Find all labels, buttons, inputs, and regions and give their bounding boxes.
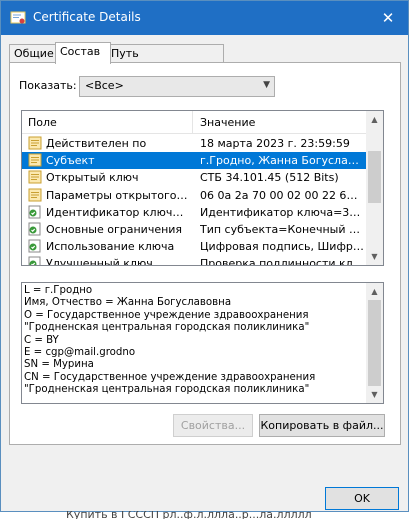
close-button[interactable]: ✕ [376,6,400,30]
fields-list[interactable]: Поле Значение Действителен по 18 марта 20… [21,110,384,266]
list-row[interactable]: Открытый ключ СТБ 34.101.45 (512 Bits) [22,169,366,186]
row-field-value: 18 марта 2023 г. 23:59:59 [200,137,350,150]
list-row[interactable]: Действителен по 18 марта 2023 г. 23:59:59 [22,135,366,152]
row-field-name: Идентификатор ключа це... [46,205,190,219]
row-field-value: Идентификатор ключа=395... [200,205,364,219]
column-divider[interactable] [192,111,193,133]
list-row[interactable]: Использование ключа Цифровая подпись, Шиф… [22,238,366,255]
window-title: Certificate Details [33,10,141,24]
scroll-down-icon[interactable]: ▼ [366,386,383,403]
row-field-value: Тип субъекта=Конечный су... [200,223,364,236]
row-field-name: Действителен по [46,137,147,150]
show-filter-value: <Все> [85,79,124,92]
value-text-line: E = cgp@mail.grodno [24,346,136,358]
scroll-thumb[interactable] [368,300,381,386]
value-text-line: L = г.Гродно [24,285,93,296]
copy-to-file-button[interactable]: Копировать в файл... [259,414,385,437]
value-textbox-scrollbar[interactable]: ▲ ▼ [366,283,383,403]
value-text-line: CN = Государственное учреждение здравоох… [24,371,316,383]
certificate-icon [10,11,26,24]
value-text-line: C = BY [24,334,59,346]
value-text-line: Имя, Отчество = Жанна Богуславовна [24,297,232,309]
doc-field-icon [28,170,42,184]
show-label: Показать: [19,79,77,92]
title-bar: Certificate Details ✕ [1,1,408,35]
scroll-down-icon[interactable]: ▼ [366,248,383,265]
extension-icon [28,239,41,253]
properties-button[interactable]: Свойства... [173,414,253,437]
row-field-value: Цифровая подпись, Шифров... [200,240,364,254]
extension-icon [28,256,41,265]
value-text-line: "Гродненская центральная городская полик… [24,322,310,334]
extension-icon [28,205,41,219]
row-field-value: СТБ 34.101.45 (512 Bits) [200,171,339,185]
row-field-name: Улучшенный ключ [46,257,153,266]
list-row[interactable]: Основные ограничения Тип субъекта=Конечны… [22,221,366,238]
scroll-thumb[interactable] [368,151,381,203]
doc-field-icon [28,136,42,150]
fields-list-scrollbar[interactable]: ▲ ▼ [366,111,383,265]
value-text-line: SN = Мурина [24,359,94,371]
column-header-field[interactable]: Поле [28,116,57,129]
scroll-up-icon[interactable]: ▲ [366,283,383,300]
list-row[interactable]: Идентификатор ключа це... Идентификатор к… [22,204,366,221]
row-field-name: Открытый ключ [46,171,139,185]
row-field-value: г.Гродно, Жанна Богуславо... [200,154,364,168]
chevron-down-icon: ▼ [263,80,270,90]
row-field-value: Проверка подлинности клиен... [200,257,364,266]
row-field-name: Субъект [46,154,95,168]
list-row[interactable]: Субъект г.Гродно, Жанна Богуславо... [22,152,366,170]
field-value-textbox[interactable]: L = г.Гродно Имя, Отчество = Жанна Богусл… [21,282,384,404]
tab-certification-path[interactable]: Путь сертификации [106,44,224,78]
row-field-name: Параметры открытого клю... [46,188,190,202]
extension-icon [28,222,41,236]
list-row[interactable]: Параметры открытого клю... 06 0a 2a 70 00… [22,187,366,204]
value-text-line: O = Государственное учреждение здравоохр… [24,309,309,321]
background-document-text: Купить в ГСССП рл..ф.л.ллла..р...ла.лллл… [66,511,312,519]
doc-field-icon [28,188,42,202]
show-filter-select[interactable]: <Все> ▼ [79,76,275,97]
row-field-name: Использование ключа [46,240,175,254]
row-field-name: Основные ограничения [46,223,183,236]
tab-general[interactable]: Общие [9,44,56,63]
value-text-line: "Гродненская центральная городская полик… [24,384,310,396]
ok-button[interactable]: OK [325,487,399,510]
list-row[interactable]: Улучшенный ключ Проверка подлинности клие… [22,255,366,266]
scroll-up-icon[interactable]: ▲ [366,111,383,128]
row-field-value: 06 0a 2a 70 00 02 00 22 65 2d... [200,188,364,202]
column-header-value[interactable]: Значение [200,116,255,129]
close-icon: ✕ [381,9,395,27]
doc-field-icon [28,153,42,167]
list-header: Поле Значение [22,111,366,134]
tab-details[interactable]: Состав [55,42,111,64]
